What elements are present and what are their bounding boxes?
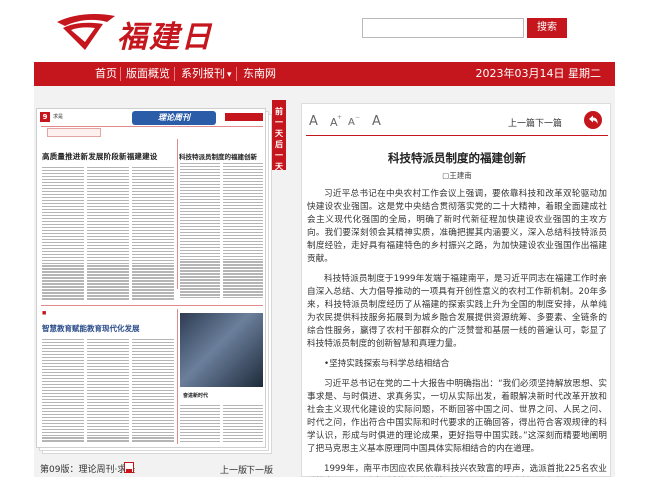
article-paragraph: 科技特派员制度于1999年发端于福建南平，是习近平同志在福建工作时亲自深入总结、… [307,274,607,349]
day-tab-char: 一 [275,118,283,127]
nav-item-home[interactable]: 首页 [95,62,117,86]
paper-headline-mid[interactable]: 智慧教育赋能教育现代化发展 [42,323,140,334]
day-tab-char: 一 [275,151,283,160]
text-column [180,405,220,444]
text-column [42,339,84,443]
back-arrow-icon [589,115,598,124]
site-logo[interactable]: 福建日报 [55,6,215,99]
article-body: 习近平总书记在中央农村工作会议上强调，要依靠科技和改革双轮驱动加快建设农业强国。… [307,188,607,477]
font-size-default-button[interactable]: A [309,114,318,129]
day-tab-char: 天 [275,162,283,171]
topic-badge [47,128,101,137]
page-divider [41,305,263,306]
chevron-down-icon: ▾ [227,70,232,80]
article-title: 科技特派员制度的福建创新 [388,151,526,165]
column-divider [177,139,178,289]
app-root: 福建日报 搜索 首页 版面概览 系列报刊▾ 东南网 2023年03月14日 星期… [0,0,649,477]
prev-article-link[interactable]: 上一篇 [508,116,535,129]
font-reset-button[interactable]: A [372,114,381,129]
nav-item-series[interactable]: 系列报刊 ▾ [181,62,232,86]
page-number: 9 [40,112,50,122]
font-size-decrease-button[interactable]: A [348,117,355,128]
logo-mark-icon [57,14,115,50]
main-nav: 首页 版面概览 系列报刊 ▾ 东南网 2023年03月14日 星期二 [34,62,615,86]
paper-photo[interactable] [180,313,263,387]
text-column [87,339,129,443]
text-column [87,167,129,301]
nav-separator [236,67,237,81]
text-column [132,167,174,301]
page-divider [41,126,263,127]
article-author: ▢王建南 [442,171,472,180]
text-column [42,167,84,301]
article-paragraph: 1999年，南平市因应农民依靠科技兴农致富的呼声，选派首批225名农业科技人员到… [324,464,607,474]
nav-separator [174,67,175,81]
search-button[interactable]: 搜索 [527,18,567,38]
topic-bar [41,128,263,137]
nav-item-series-label: 系列报刊 [181,67,225,80]
newspaper-page-preview[interactable]: 9 求是 理论周刊 高质量推进新发展阶段新福建建设 科技特派员制度的福建创新 ■… [36,108,272,454]
day-tab-char: 后 [275,140,283,149]
page-caption[interactable]: 第09版：理论周刊·求是 [40,462,135,475]
article-paragraph: 习近平总书记在党的二十大报告中明确指出：“我们必须坚持解放思想、实事求是、与时俱… [307,379,607,454]
page-tag [225,113,263,121]
text-column [223,163,263,300]
page-section-label: 求是 [53,114,64,120]
back-button[interactable] [584,111,602,129]
article-paragraph: 习近平总书记在中央农村工作会议上强调，要依靠科技和改革双轮驱动加快建设农业强国。… [307,189,607,264]
font-minus-mark: − [355,114,361,121]
day-switch-tab[interactable]: 前 一 天 后 一 天 [272,100,286,171]
article-subheading: •坚持实践探索与科学总结相结合 [324,359,450,369]
text-column [223,405,263,444]
page-masthead: 理论周刊 [132,111,216,125]
nav-separator [120,67,121,81]
next-page-link[interactable]: 下一版 [246,463,273,476]
font-plus-mark: + [337,114,343,121]
article-rule [306,135,608,136]
paper-headline-right[interactable]: 科技特派员制度的福建创新 [179,151,257,161]
text-column [132,339,174,443]
day-tab-char: 前 [275,107,283,116]
article-panel: A A + A − A 上一篇 下一篇 科技特派员制度的福建创新 ▢王建南 习近… [301,103,611,477]
nav-item-dongnan[interactable]: 东南网 [243,62,276,86]
next-article-link[interactable]: 下一篇 [535,116,562,129]
nav-item-overview[interactable]: 版面概览 [126,62,170,86]
prev-page-link[interactable]: 上一版 [220,463,247,476]
paper-headline-main[interactable]: 高质量推进新发展阶段新福建建设 [42,151,158,162]
paper-headline-bottom[interactable]: 奋进新时代 [183,393,208,400]
section-tag: ■ [42,311,47,316]
column-divider [177,309,178,444]
newspaper-page[interactable]: 9 求是 理论周刊 高质量推进新发展阶段新福建建设 科技特派员制度的福建创新 ■… [36,108,266,448]
day-tab-char: 天 [275,129,283,138]
pdf-icon[interactable] [124,462,134,473]
current-date: 2023年03月14日 星期二 [475,67,602,80]
text-column [180,163,220,300]
search-input[interactable] [362,18,524,38]
site-header: 福建日报 搜索 [0,0,649,99]
